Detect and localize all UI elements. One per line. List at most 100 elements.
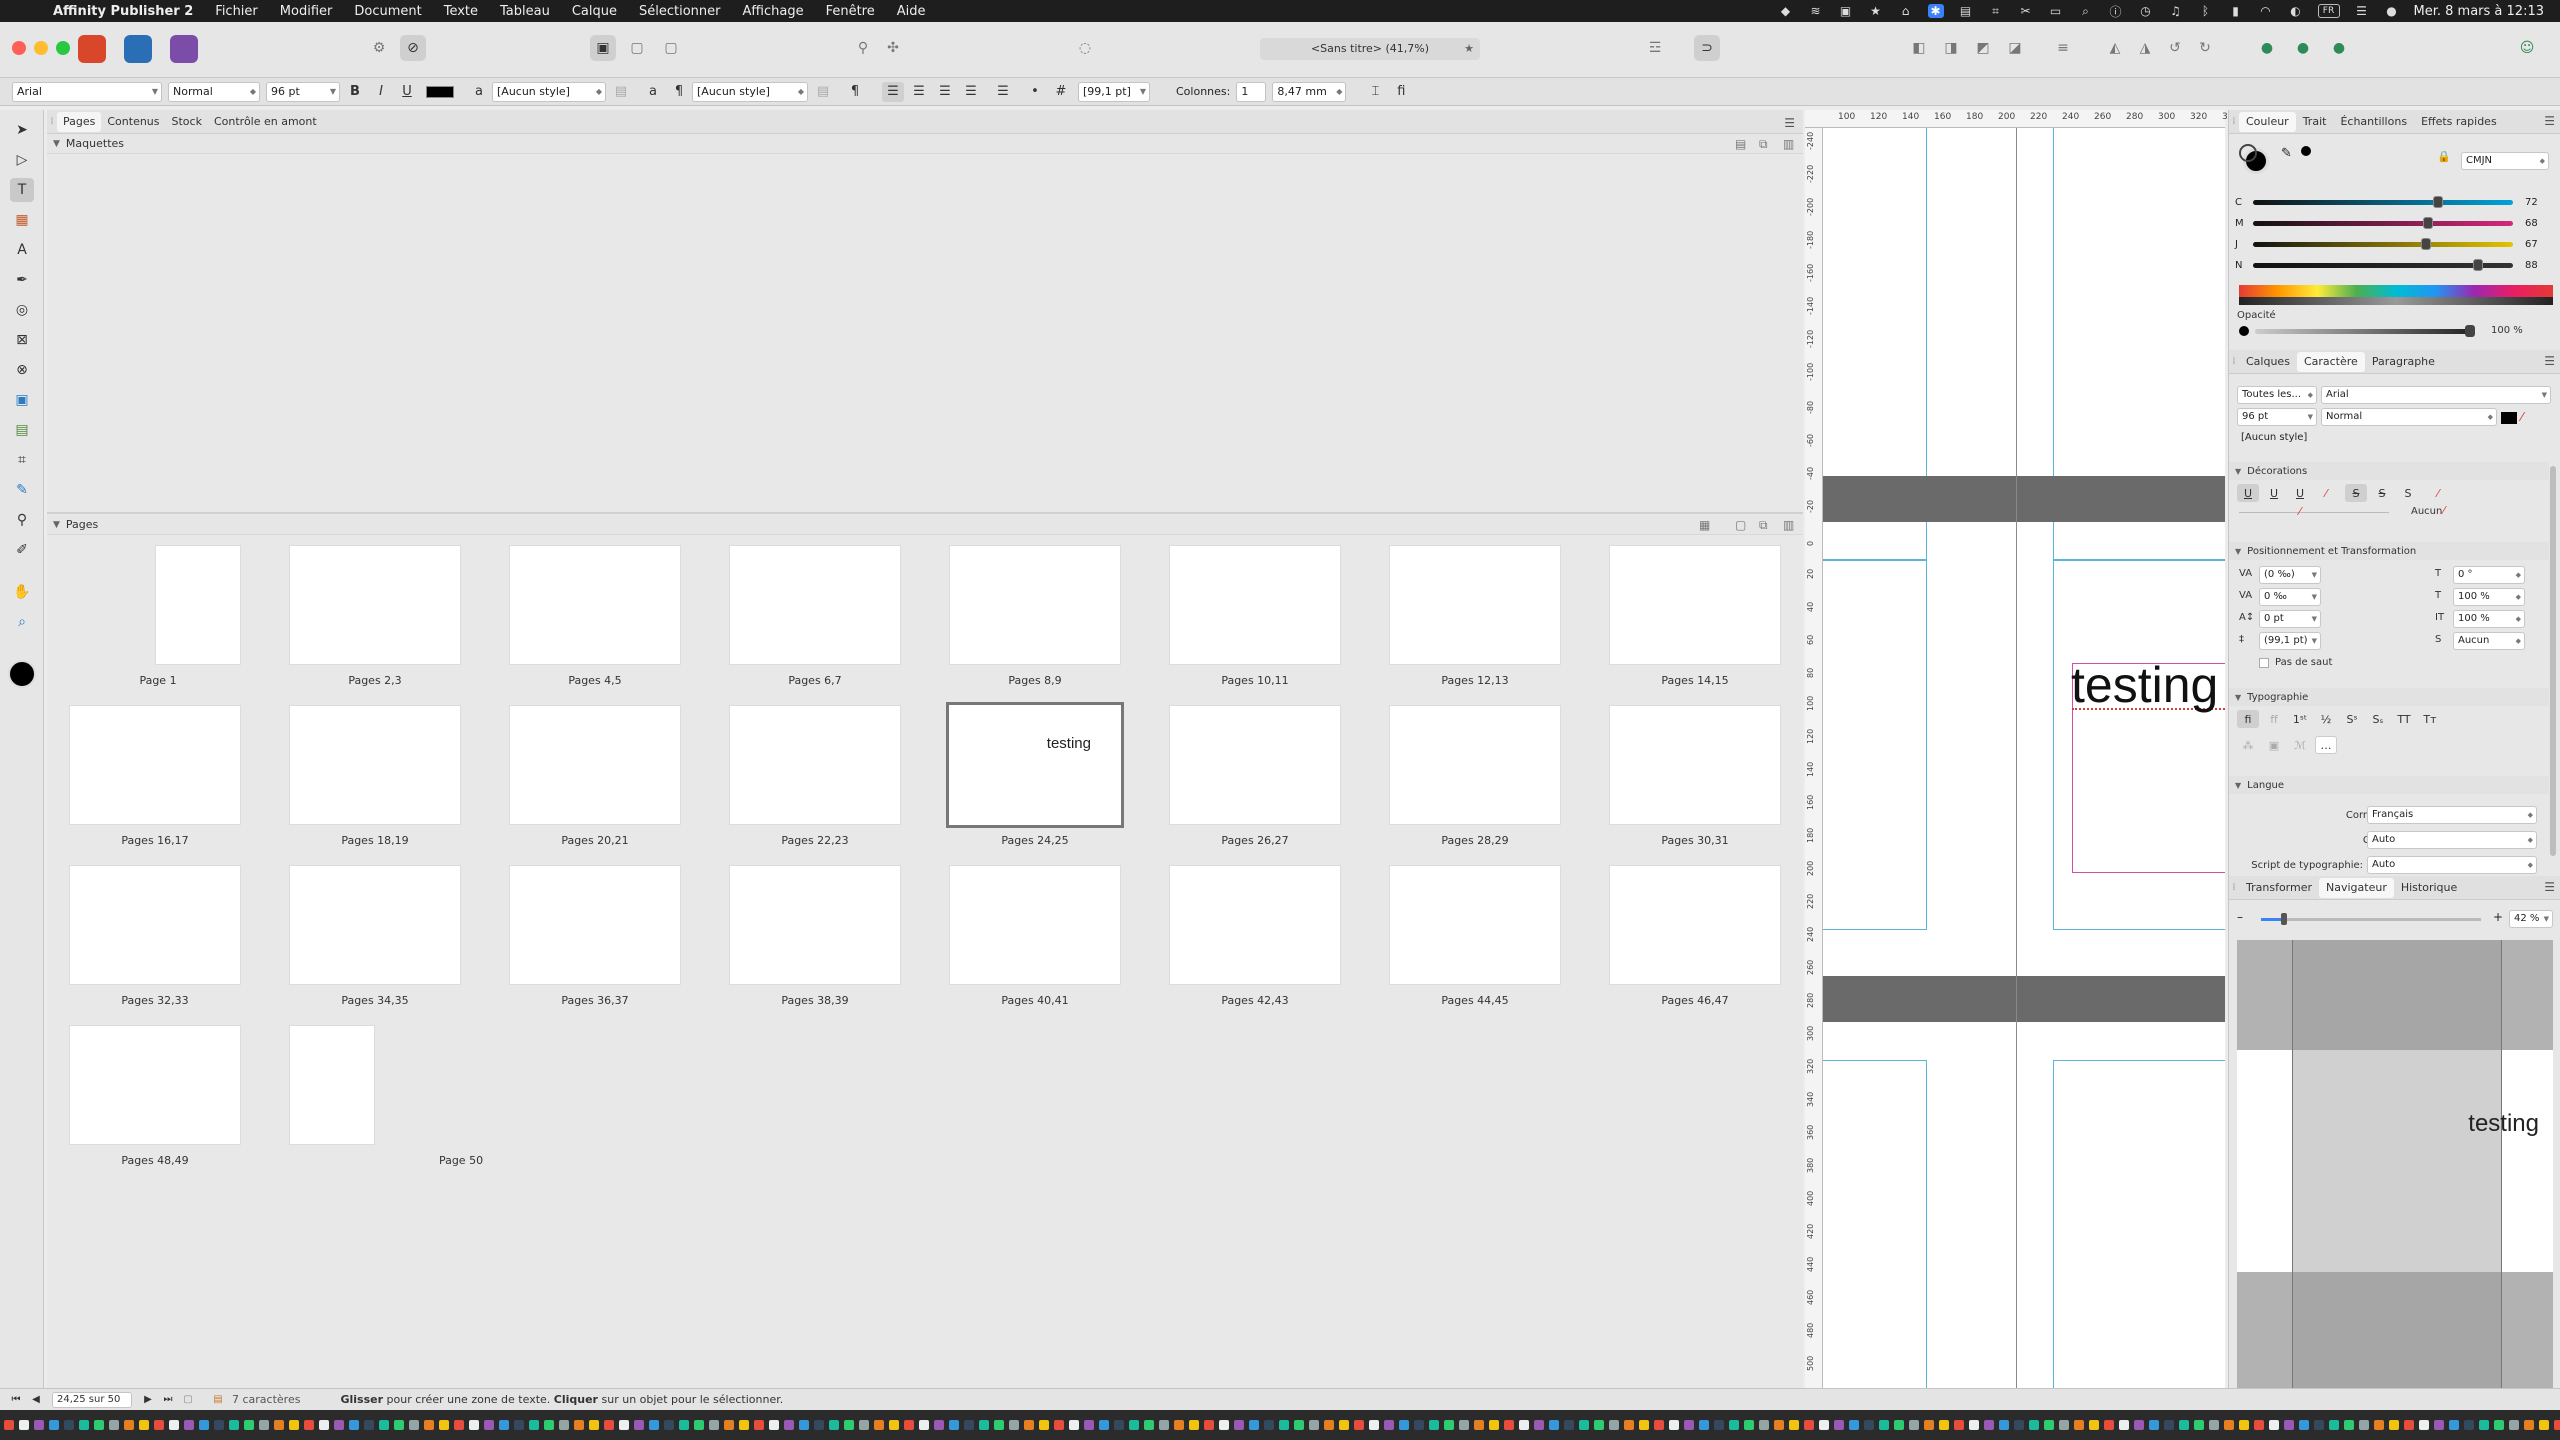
table-tool-icon[interactable]: ▦ xyxy=(10,208,34,232)
dock-app-icon[interactable] xyxy=(1774,1420,1784,1430)
horizontal-ruler[interactable]: 100120140160180200220240260280300320340 xyxy=(1805,110,2239,128)
delete-master-icon[interactable]: ▥ xyxy=(1783,137,1794,151)
dock-app-icon[interactable] xyxy=(334,1420,344,1430)
dock-app-icon[interactable] xyxy=(34,1420,44,1430)
lock-icon[interactable]: 🔒 xyxy=(2437,150,2451,163)
section-divider[interactable] xyxy=(47,512,1803,514)
dock-app-icon[interactable] xyxy=(2509,1420,2519,1430)
dock-app-icon[interactable] xyxy=(2284,1420,2294,1430)
rotate-right-icon[interactable]: ↻ xyxy=(2192,35,2218,61)
page-spread-thumb[interactable] xyxy=(1169,545,1341,665)
dock-app-icon[interactable] xyxy=(619,1420,629,1430)
menu-aide[interactable]: Aide xyxy=(886,4,937,19)
fill-tool-icon[interactable]: ▤ xyxy=(10,418,34,442)
zoom-slider[interactable] xyxy=(2261,913,2481,925)
frame-text-tool-icon[interactable]: T xyxy=(10,178,34,202)
swash-button[interactable]: ▣ xyxy=(2263,736,2285,754)
bold-button[interactable]: B xyxy=(344,82,366,102)
small-caps-button[interactable]: Tᴛ xyxy=(2419,710,2441,728)
char-size-field[interactable]: 96 pt ▼ xyxy=(2237,408,2317,426)
time-machine-icon[interactable]: ◷ xyxy=(2138,4,2154,18)
navigator-viewport[interactable] xyxy=(2292,940,2502,1388)
dock-app-icon[interactable] xyxy=(1474,1420,1484,1430)
tab-historique[interactable]: Historique xyxy=(2394,878,2464,898)
char-panel-scrollbar[interactable] xyxy=(2550,466,2556,856)
dock-app-icon[interactable] xyxy=(1984,1420,1994,1430)
dock-app-icon[interactable] xyxy=(1099,1420,1109,1430)
page-spread-thumb[interactable] xyxy=(1609,705,1781,825)
underline-alt-button[interactable]: U xyxy=(2289,484,2311,502)
channel-value[interactable]: 88 xyxy=(2525,260,2538,271)
no-break-checkbox[interactable] xyxy=(2259,658,2269,668)
scissors-icon[interactable]: ✂ xyxy=(2018,4,2034,18)
dock-app-icon[interactable] xyxy=(1084,1420,1094,1430)
page-spread-thumb[interactable] xyxy=(729,705,901,825)
add-master-icon[interactable]: ▤ xyxy=(1735,137,1746,151)
dock-app-icon[interactable] xyxy=(1534,1420,1544,1430)
deco-color-none-icon[interactable]: ⁄ xyxy=(2443,504,2445,517)
text-wrap-icon[interactable]: ☲ xyxy=(1642,35,1668,61)
zoom-out-icon[interactable]: – xyxy=(2237,910,2243,924)
dock-app-icon[interactable] xyxy=(1819,1420,1829,1430)
dock-app-icon[interactable] xyxy=(904,1420,914,1430)
dock-app-icon[interactable] xyxy=(559,1420,569,1430)
dock-app-icon[interactable] xyxy=(79,1420,89,1430)
vertical-ruler[interactable]: -240 -220 -200 -180 -160 -140 -120 -100 -80 -60 -4… xyxy=(1805,128,1823,1388)
dock-app-icon[interactable] xyxy=(454,1420,464,1430)
app-status-icon[interactable]: ✱ xyxy=(1927,4,1944,18)
dock-app-icon[interactable] xyxy=(2149,1420,2159,1430)
contextual-alt-button[interactable]: ℳ xyxy=(2289,736,2311,754)
dock-app-icon[interactable] xyxy=(1864,1420,1874,1430)
no-underline-button[interactable]: ⁄ xyxy=(2315,484,2337,502)
boolean-add-icon[interactable]: ● xyxy=(2254,35,2280,61)
page-spread-thumb[interactable] xyxy=(509,545,681,665)
dock-app-icon[interactable] xyxy=(1579,1420,1589,1430)
stroke-well[interactable] xyxy=(2239,144,2257,162)
dock-app-icon[interactable] xyxy=(1909,1420,1919,1430)
dock-app-icon[interactable] xyxy=(2464,1420,2474,1430)
dock-app-icon[interactable] xyxy=(604,1420,614,1430)
page-spread-thumb[interactable] xyxy=(289,865,461,985)
tab-effets-rapides[interactable]: Effets rapides xyxy=(2414,112,2504,132)
dock-app-icon[interactable] xyxy=(754,1420,764,1430)
dock-app-icon[interactable] xyxy=(1759,1420,1769,1430)
window-icon[interactable]: ▣ xyxy=(1838,4,1854,18)
dock-app-icon[interactable] xyxy=(1969,1420,1979,1430)
deco-none-label[interactable]: Aucun xyxy=(2411,506,2442,517)
dock-app-icon[interactable] xyxy=(1354,1420,1364,1430)
channel-value[interactable]: 72 xyxy=(2525,197,2538,208)
display-icon[interactable]: ◐ xyxy=(2288,4,2304,18)
dock-app-icon[interactable] xyxy=(274,1420,284,1430)
dock-app-icon[interactable] xyxy=(739,1420,749,1430)
dock-app-icon[interactable] xyxy=(829,1420,839,1430)
dock-app-icon[interactable] xyxy=(1054,1420,1064,1430)
transparency-tool-icon[interactable]: ⚲ xyxy=(10,508,34,532)
char-scope-select[interactable]: Toutes les... ◆ xyxy=(2237,386,2317,404)
last-page-icon[interactable]: ⏭ xyxy=(158,1394,178,1405)
panel-grip-icon[interactable]: ⁞ xyxy=(2229,882,2239,893)
canvas-text[interactable]: testing xyxy=(2071,656,2218,714)
correction-select[interactable]: Français ◆ xyxy=(2367,806,2537,824)
dock-app-icon[interactable] xyxy=(799,1420,809,1430)
dock-app-icon[interactable] xyxy=(1699,1420,1709,1430)
ligatures-button[interactable]: fi xyxy=(2237,710,2259,728)
pen-tool-icon[interactable]: ✒ xyxy=(10,268,34,292)
dock-app-icon[interactable] xyxy=(1414,1420,1424,1430)
no-strike-button[interactable]: ⁄ xyxy=(2427,484,2449,502)
boolean-intersect-icon[interactable]: ● xyxy=(2326,35,2352,61)
settings-icon[interactable]: ⚙ xyxy=(366,35,392,61)
arrange-front-icon[interactable]: ◧ xyxy=(1906,35,1932,61)
dock-app-icon[interactable] xyxy=(1684,1420,1694,1430)
channel-slider[interactable] xyxy=(2253,258,2513,271)
arrange-forward-icon[interactable]: ◩ xyxy=(1970,35,1996,61)
dock-app-icon[interactable] xyxy=(154,1420,164,1430)
discretionary-ligatures-button[interactable]: ﬀ xyxy=(2263,710,2285,728)
channel-value[interactable]: 67 xyxy=(2525,239,2538,250)
menubar-clock[interactable]: Mer. 8 mars à 12:13 xyxy=(2414,4,2544,19)
wifi-icon[interactable]: ◠ xyxy=(2258,4,2274,18)
more-typography-button[interactable]: … xyxy=(2315,736,2337,754)
dock-app-icon[interactable] xyxy=(949,1420,959,1430)
page-indicator[interactable]: 24,25 sur 50 xyxy=(52,1391,132,1408)
strike-button[interactable]: S xyxy=(2345,484,2367,502)
dock-app-icon[interactable] xyxy=(124,1420,134,1430)
